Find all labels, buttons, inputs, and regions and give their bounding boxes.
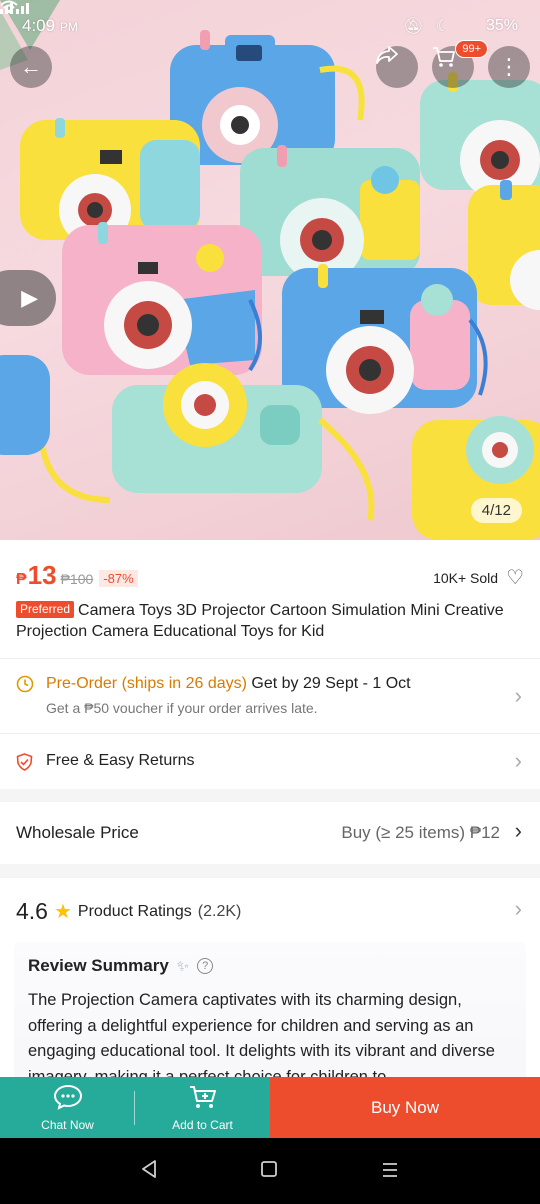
- product-image-gallery[interactable]: 4:09 PM 🔕︎ ☾ 35% ← 99+ ⋮ ▶ 4/12: [0, 0, 540, 540]
- chat-now-button[interactable]: Chat Now: [0, 1077, 135, 1138]
- back-button[interactable]: ←: [10, 46, 52, 88]
- review-summary-text: The Projection Camera captivates with it…: [28, 991, 495, 1086]
- current-price: ₱13: [16, 560, 57, 591]
- arrow-left-icon: ←: [20, 54, 42, 79]
- system-navigation-bar: [0, 1138, 540, 1204]
- play-video-button[interactable]: ▶: [0, 270, 56, 326]
- returns-row[interactable]: Free & Easy Returns ›: [0, 733, 540, 789]
- wholesale-label: Wholesale Price: [16, 823, 139, 842]
- clock-ampm: PM: [59, 20, 78, 34]
- clock-icon: [16, 675, 34, 698]
- battery-level: 35%: [485, 17, 518, 34]
- sold-text: 10K+ Sold: [433, 570, 499, 586]
- discount-badge: -87%: [99, 570, 138, 587]
- chevron-right-icon: ›: [514, 683, 522, 708]
- chat-now-label: Chat Now: [41, 1117, 94, 1132]
- moon-icon: ☾: [435, 18, 450, 35]
- sparkle-icon: ✨︎: [176, 957, 190, 975]
- clock-text: 4:09: [22, 16, 56, 35]
- chat-icon: [53, 1084, 83, 1114]
- more-vertical-icon: ⋮: [498, 54, 520, 79]
- price-value: 13: [27, 560, 57, 590]
- add-to-cart-button[interactable]: Add to Cart: [135, 1077, 270, 1138]
- sold-count: 10K+ Sold ♡: [433, 568, 524, 588]
- share-button[interactable]: [376, 46, 418, 88]
- buy-now-label: Buy Now: [370, 1097, 440, 1117]
- original-price: ₱100: [60, 571, 94, 587]
- rating-score: 4.6: [16, 898, 48, 924]
- more-options-button[interactable]: ⋮: [488, 46, 530, 88]
- currency-symbol: ₱: [16, 571, 27, 588]
- chevron-right-icon: ›: [514, 818, 522, 843]
- chevron-right-icon[interactable]: ›: [515, 896, 522, 922]
- info-icon[interactable]: ?: [197, 958, 214, 974]
- ratings-header[interactable]: 4.6 ★ Product Ratings (2.2K): [16, 898, 241, 925]
- add-to-cart-label: Add to Cart: [172, 1117, 233, 1132]
- delivery-estimate: Get by 29 Sept - 1 Oct: [251, 675, 411, 692]
- wholesale-value: Buy (≥ 25 items) ₱12: [341, 823, 500, 842]
- product-title: Preferred Camera Toys 3D Projector Cartoo…: [16, 600, 510, 642]
- cart-count-badge: 99+: [455, 40, 488, 58]
- nav-recents-icon[interactable]: [381, 1158, 399, 1184]
- bottom-action-bar: Chat Now Add to Cart Buy Now: [0, 1077, 540, 1138]
- preferred-badge: Preferred: [16, 601, 75, 618]
- mute-icon: 🔕︎: [403, 18, 424, 35]
- play-icon: ▶: [21, 285, 38, 310]
- add-cart-icon: [188, 1084, 218, 1114]
- status-time: 4:09 PM: [22, 16, 78, 36]
- image-page-indicator: 4/12: [470, 498, 522, 523]
- preorder-line: Pre-Order (ships in 26 days) Get by 29 S…: [46, 675, 411, 693]
- nav-home-icon[interactable]: [260, 1158, 278, 1184]
- preorder-label: Pre-Order (ships in 26 days): [46, 675, 247, 692]
- returns-label: Free & Easy Returns: [46, 752, 195, 769]
- nav-back-icon[interactable]: [141, 1158, 157, 1184]
- chevron-right-icon: ›: [514, 748, 522, 773]
- shield-icon: [16, 753, 33, 776]
- star-icon: ★: [53, 901, 72, 923]
- wholesale-row[interactable]: Wholesale Price Buy (≥ 25 items) ₱12 ›: [0, 802, 540, 864]
- like-button[interactable]: ♡: [506, 568, 524, 588]
- cart-button[interactable]: 99+: [432, 40, 488, 88]
- review-summary-title: Review Summary: [28, 956, 169, 975]
- buy-now-button[interactable]: Buy Now: [270, 1077, 540, 1138]
- product-title-text: Camera Toys 3D Projector Cartoon Simulat…: [16, 602, 504, 640]
- ratings-count: (2.2K): [197, 902, 242, 920]
- ratings-label: Product Ratings: [77, 902, 192, 920]
- shipping-row[interactable]: Pre-Order (ships in 26 days) Get by 29 S…: [0, 658, 540, 733]
- late-voucher-note: Get a ₱50 voucher if your order arrives …: [46, 700, 318, 716]
